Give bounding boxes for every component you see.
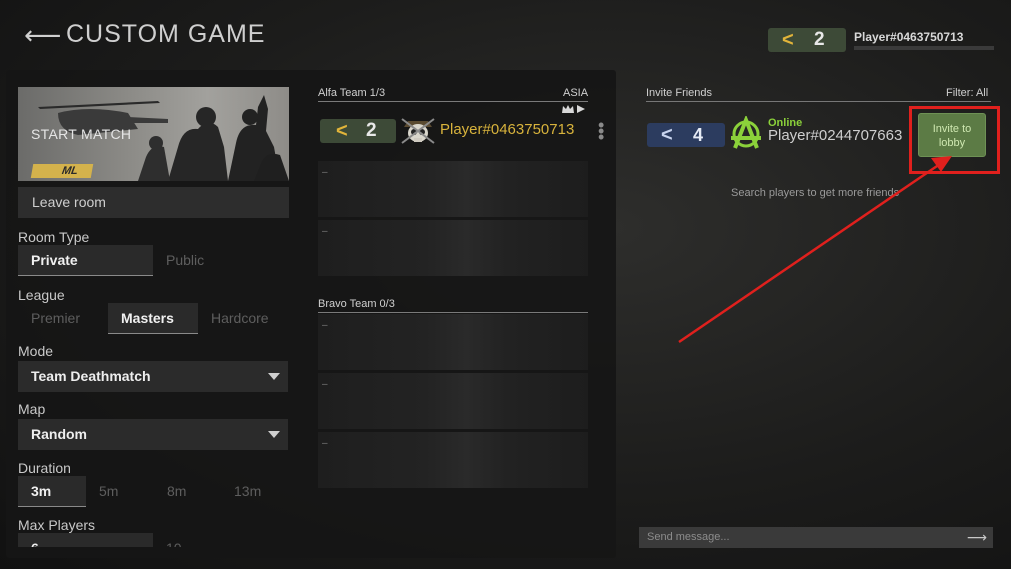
send-message-input[interactable]: Send message... ⟶	[639, 527, 993, 548]
league-premier[interactable]: Premier	[18, 303, 108, 334]
map-label: Map	[18, 401, 46, 417]
rank-number: 2	[366, 120, 377, 141]
bravo-empty-slot[interactable]: –	[318, 432, 588, 488]
room-type-public[interactable]: Public	[153, 245, 288, 276]
max-players-10[interactable]: 10	[153, 533, 288, 547]
invite-friends-label: Invite Friends	[646, 87, 713, 99]
rank-chevron-icon: <	[782, 29, 794, 51]
ml-badge: ML	[30, 164, 94, 178]
alfa-team-region: ASIA	[563, 87, 589, 99]
alfa-empty-slot[interactable]: –	[318, 161, 588, 217]
caret-down-icon	[268, 431, 280, 438]
start-match-label[interactable]: START MATCH	[31, 126, 131, 142]
more-options-icon[interactable]: • • •	[598, 116, 604, 146]
bravo-team-label: Bravo Team 0/3	[318, 298, 395, 310]
skull-emblem-icon	[401, 118, 435, 144]
map-dropdown[interactable]: Random	[18, 419, 288, 450]
player-rank-badge: < 2	[320, 119, 396, 143]
alfa-team-divider	[318, 101, 588, 102]
mode-label: Mode	[18, 343, 54, 359]
friend-rank-badge: < 4	[647, 123, 725, 147]
friend-player-name: Player#0244707663	[768, 127, 903, 144]
header-player-name: Player#0463750713	[854, 30, 964, 44]
highlight-box	[909, 106, 1000, 174]
bravo-team-divider	[318, 312, 588, 313]
alfa-team-label: Alfa Team 1/3	[318, 87, 386, 99]
duration-5m[interactable]: 5m	[86, 476, 154, 507]
message-placeholder: Send message...	[647, 531, 730, 543]
send-arrow-icon[interactable]: ⟶	[967, 527, 987, 548]
room-type-label: Room Type	[18, 229, 90, 245]
alfa-empty-slot[interactable]: –	[318, 220, 588, 276]
duration-8m[interactable]: 8m	[154, 476, 221, 507]
max-players-options: 6 10	[18, 533, 288, 547]
max-players-6[interactable]: 6	[18, 533, 153, 547]
rank-number: 4	[693, 125, 704, 145]
duration-label: Duration	[18, 460, 71, 476]
anarchy-emblem-icon	[731, 116, 761, 149]
back-arrow-icon[interactable]: ⟵	[24, 20, 61, 50]
league-hardcore[interactable]: Hardcore	[198, 303, 288, 334]
bravo-empty-slot[interactable]: –	[318, 314, 588, 370]
xp-progress-bar	[854, 46, 994, 50]
max-players-label: Max Players	[18, 517, 96, 533]
bravo-empty-slot[interactable]: –	[318, 373, 588, 429]
league-label: League	[18, 287, 65, 303]
alfa-player-name: Player#0463750713	[440, 121, 575, 138]
mode-value: Team Deathmatch	[31, 368, 151, 384]
rank-chevron-icon: <	[661, 124, 673, 146]
map-value: Random	[31, 426, 87, 442]
invite-divider	[646, 101, 991, 102]
page-title: CUSTOM GAME	[66, 20, 266, 48]
player-rank-badge: < 2	[768, 28, 846, 52]
rank-chevron-icon: <	[336, 120, 348, 142]
friends-filter[interactable]: Filter: All	[946, 87, 988, 99]
mode-dropdown[interactable]: Team Deathmatch	[18, 361, 288, 392]
caret-down-icon	[268, 373, 280, 380]
alfa-player-row[interactable]: < 2 Player#0463750713	[318, 113, 588, 155]
rank-number: 2	[814, 29, 825, 50]
leave-room-button[interactable]: Leave room	[18, 187, 289, 218]
room-type-private[interactable]: Private	[18, 245, 153, 276]
duration-3m[interactable]: 3m	[18, 476, 86, 507]
league-masters[interactable]: Masters	[108, 303, 198, 334]
duration-13m[interactable]: 13m	[221, 476, 288, 507]
search-players-hint: Search players to get more friends	[731, 187, 900, 199]
